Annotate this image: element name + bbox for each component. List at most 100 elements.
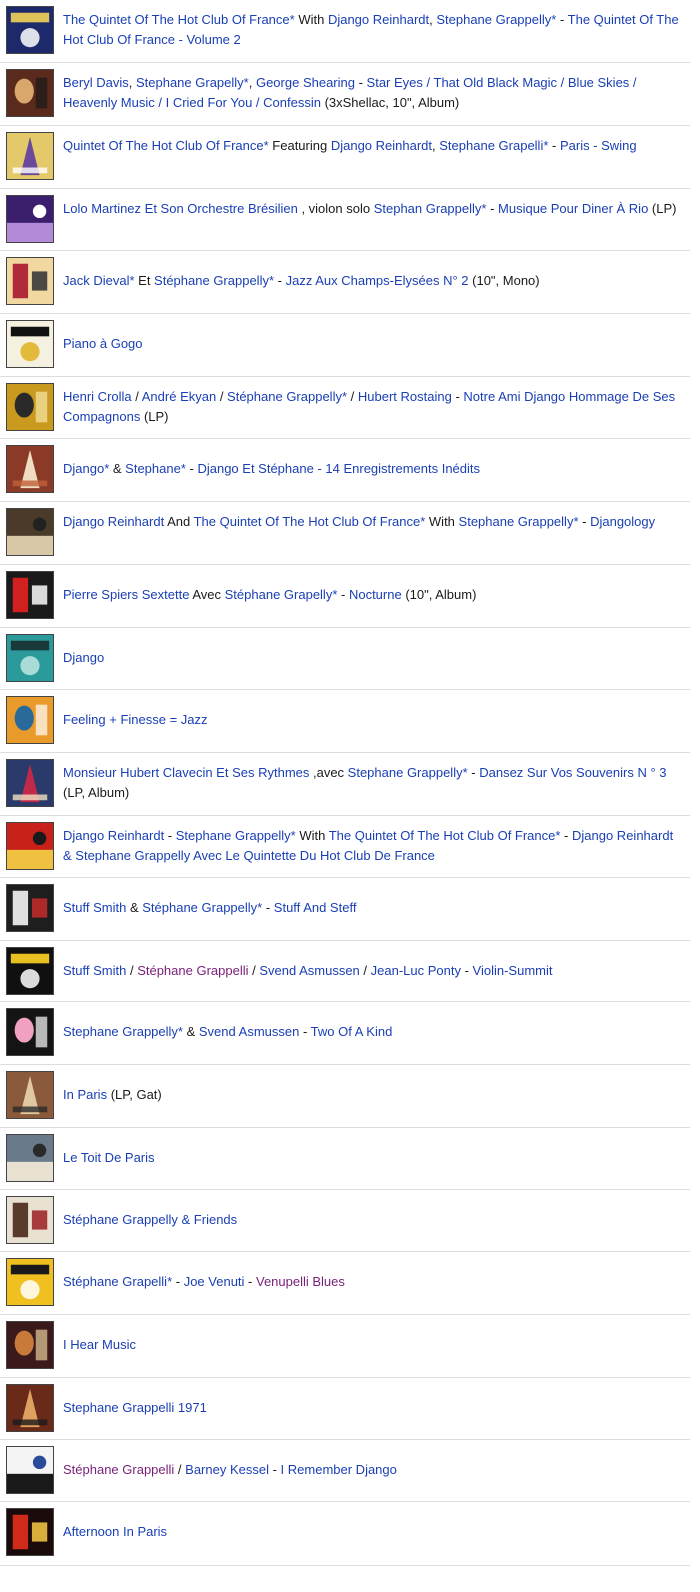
release-row: Stuff Smith & Stéphane Grappelly* - Stuf… xyxy=(0,878,690,941)
release-link[interactable]: Nocturne xyxy=(349,587,402,602)
release-link[interactable]: Stéphane Grappelly* xyxy=(142,900,262,915)
release-link[interactable]: Stephane Grappelly* xyxy=(348,765,468,780)
release-link[interactable]: Stéphane Grappelli xyxy=(137,963,248,978)
release-link[interactable]: Django Et Stéphane - 14 Enregistrements … xyxy=(197,461,480,476)
album-cover-in-paris[interactable] xyxy=(6,1071,54,1119)
release-link[interactable]: Django* xyxy=(63,461,109,476)
release-link[interactable]: Djangology xyxy=(590,514,655,529)
release-link[interactable]: Stéphane Grappelly & Friends xyxy=(63,1212,237,1227)
separator-text: (10", Mono) xyxy=(468,273,540,288)
release-link[interactable]: Stephane Grappelly* xyxy=(459,514,579,529)
release-link[interactable]: In Paris xyxy=(63,1087,107,1102)
release-link[interactable]: Violin-Summit xyxy=(473,963,553,978)
release-link[interactable]: I Hear Music xyxy=(63,1337,136,1352)
album-cover-grappelly-friends[interactable] xyxy=(6,1196,54,1244)
release-link[interactable]: Two Of A Kind xyxy=(311,1024,393,1039)
release-link[interactable]: Stuff Smith xyxy=(63,963,126,978)
release-link[interactable]: Svend Asmussen xyxy=(259,963,359,978)
release-link[interactable]: Stephan Grappelly* xyxy=(374,201,487,216)
release-link[interactable]: Stuff And Steff xyxy=(274,900,357,915)
release-link[interactable]: Stéphane Grapelly* xyxy=(225,587,338,602)
separator-text: - xyxy=(185,461,198,476)
album-cover-django-stephane[interactable] xyxy=(6,445,54,493)
release-link[interactable]: Quintet Of The Hot Club Of France* xyxy=(63,138,269,153)
release-link[interactable]: Musique Pour Diner À Rio xyxy=(498,201,648,216)
album-cover-purple-rio[interactable] xyxy=(6,195,54,243)
album-cover-violin-summit[interactable] xyxy=(6,947,54,995)
release-link[interactable]: Svend Asmussen xyxy=(199,1024,299,1039)
album-cover-nocturne[interactable] xyxy=(6,571,54,619)
release-link[interactable]: Pierre Spiers Sextette xyxy=(63,587,189,602)
release-link[interactable]: Piano à Gogo xyxy=(63,336,143,351)
release-link[interactable]: The Quintet Of The Hot Club Of France* xyxy=(329,828,561,843)
album-cover-i-hear-music[interactable] xyxy=(6,1321,54,1369)
album-cover-le-toit-de-paris[interactable] xyxy=(6,1134,54,1182)
separator-text: (LP, Gat) xyxy=(107,1087,162,1102)
album-cover-django-teal[interactable] xyxy=(6,634,54,682)
album-cover-piano-keys[interactable] xyxy=(6,320,54,368)
separator-text: And xyxy=(164,514,194,529)
release-link[interactable]: Afternoon In Paris xyxy=(63,1524,167,1539)
release-link[interactable]: Django Reinhardt xyxy=(63,514,164,529)
release-link[interactable]: Stephane Grappelly* xyxy=(436,12,556,27)
album-cover-venupelli-blues[interactable] xyxy=(6,1258,54,1306)
release-link[interactable]: André Ekyan xyxy=(142,389,216,404)
release-link[interactable]: Stéphane Grappelli xyxy=(63,1462,174,1477)
release-title-text: Piano à Gogo xyxy=(63,334,680,354)
release-title-text: The Quintet Of The Hot Club Of France* W… xyxy=(63,10,680,50)
release-link[interactable]: Paris - Swing xyxy=(560,138,637,153)
release-link[interactable]: Stéphane Grapelli* xyxy=(63,1274,172,1289)
album-cover-quintet-hot-club[interactable] xyxy=(6,6,54,54)
release-link[interactable]: Stéphane Grappelly* xyxy=(154,273,274,288)
release-link[interactable]: I Remember Django xyxy=(281,1462,397,1477)
album-cover-django-yellow[interactable] xyxy=(6,383,54,431)
release-title-text: Stephane Grappelli 1971 xyxy=(63,1398,680,1418)
album-cover-red-django[interactable] xyxy=(6,822,54,870)
release-title-text: Stéphane Grappelly & Friends xyxy=(63,1210,680,1230)
release-link[interactable]: Venupelli Blues xyxy=(256,1274,345,1289)
release-link[interactable]: Monsieur Hubert Clavecin Et Ses Rythmes xyxy=(63,765,309,780)
release-link[interactable]: Stephane Grappelly* xyxy=(176,828,296,843)
album-cover-stuff-and-steff[interactable] xyxy=(6,884,54,932)
release-link[interactable]: Barney Kessel xyxy=(185,1462,269,1477)
release-title-text: Django Reinhardt And The Quintet Of The … xyxy=(63,512,680,532)
release-link[interactable]: Jean-Luc Ponty xyxy=(371,963,461,978)
release-link[interactable]: Stuff Smith xyxy=(63,900,126,915)
release-link[interactable]: Django Reinhardt xyxy=(63,828,164,843)
album-cover-feeling-finesse[interactable] xyxy=(6,696,54,744)
release-link[interactable]: Beryl Davis xyxy=(63,75,129,90)
release-link[interactable]: George Shearing xyxy=(256,75,355,90)
album-cover-afternoon-in-paris[interactable] xyxy=(6,1508,54,1556)
release-link[interactable]: The Quintet Of The Hot Club Of France* xyxy=(194,514,426,529)
release-link[interactable]: Django Reinhardt xyxy=(331,138,432,153)
release-link[interactable]: Django Reinhardt xyxy=(328,12,429,27)
release-link[interactable]: Stephane Grappelly* xyxy=(63,1024,183,1039)
release-link[interactable]: Stephane Grapelly* xyxy=(136,75,249,90)
album-cover-portrait[interactable] xyxy=(6,69,54,117)
release-link[interactable]: Jack Dieval* xyxy=(63,273,135,288)
release-link[interactable]: Jazz Aux Champs-Elysées N° 2 xyxy=(286,273,469,288)
release-link[interactable]: Stephane* xyxy=(125,461,186,476)
release-link[interactable]: The Quintet Of The Hot Club Of France* xyxy=(63,12,295,27)
release-link[interactable]: Hubert Rostaing xyxy=(358,389,452,404)
release-link[interactable]: Le Toit De Paris xyxy=(63,1150,155,1165)
album-cover-souvenirs[interactable] xyxy=(6,759,54,807)
release-link[interactable]: Lolo Martinez Et Son Orchestre Brésilien xyxy=(63,201,298,216)
album-cover-eiffel-guitar[interactable] xyxy=(6,132,54,180)
release-link[interactable]: Henri Crolla xyxy=(63,389,132,404)
release-link[interactable]: Joe Venuti xyxy=(184,1274,245,1289)
release-title-text: Feeling + Finesse = Jazz xyxy=(63,710,680,730)
release-row: Pierre Spiers Sextette Avec Stéphane Gra… xyxy=(0,565,690,628)
separator-text: Avec xyxy=(189,587,225,602)
release-link[interactable]: Django xyxy=(63,650,104,665)
release-link[interactable]: Dansez Sur Vos Souvenirs N ° 3 xyxy=(479,765,666,780)
release-link[interactable]: Feeling + Finesse = Jazz xyxy=(63,712,208,727)
album-cover-djangology[interactable] xyxy=(6,508,54,556)
release-link[interactable]: Stéphane Grappelly* xyxy=(227,389,347,404)
album-cover-i-remember-django[interactable] xyxy=(6,1446,54,1494)
release-link[interactable]: Stephane Grappelli 1971 xyxy=(63,1400,207,1415)
album-cover-champs-elysees[interactable] xyxy=(6,257,54,305)
album-cover-grappelli-1971[interactable] xyxy=(6,1384,54,1432)
release-link[interactable]: Stephane Grapelli* xyxy=(439,138,548,153)
album-cover-two-of-a-kind[interactable] xyxy=(6,1008,54,1056)
